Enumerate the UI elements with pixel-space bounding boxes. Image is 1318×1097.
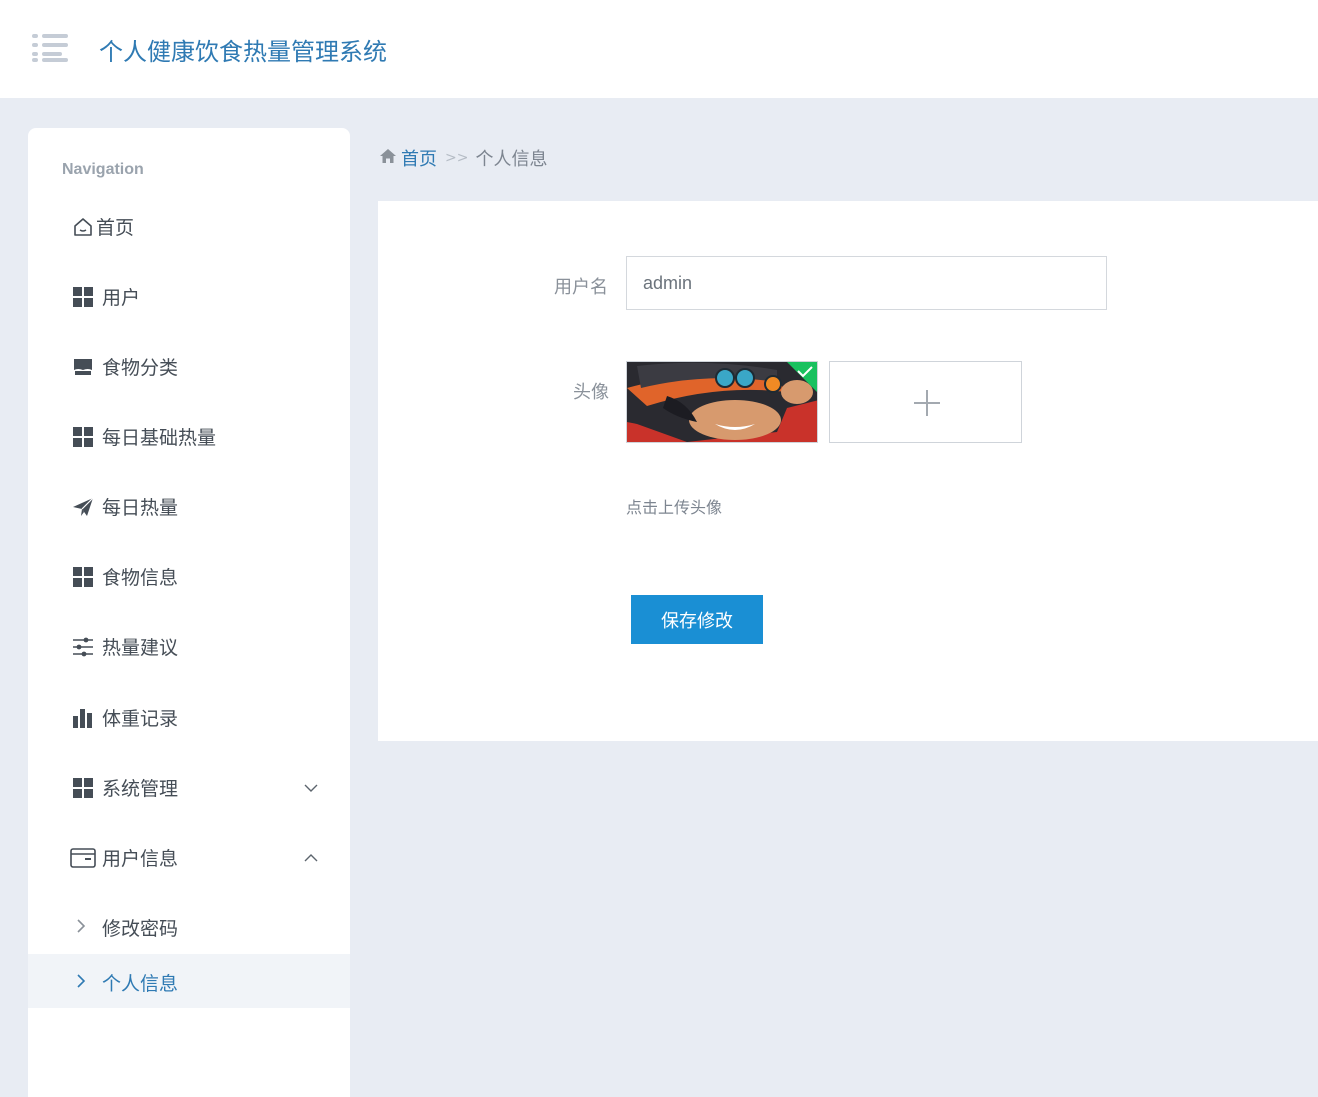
upload-hint: 点击上传头像 (626, 498, 723, 517)
chevron-down-icon[interactable] (304, 780, 318, 794)
paper-plane-icon (71, 495, 95, 519)
breadcrumb-current: 个人信息 (475, 149, 548, 170)
app-title: 个人健康饮食热量管理系统 (99, 38, 387, 66)
sidebar-item-label: 每日热量 (102, 497, 179, 519)
sidebar-item-food-info[interactable]: 食物信息 (28, 551, 350, 601)
sidebar-item-label: 食物信息 (102, 567, 179, 589)
breadcrumb-separator: >> (445, 150, 469, 166)
top-bar: 个人健康饮食热量管理系统 (0, 0, 1318, 98)
grid-icon (71, 285, 95, 309)
breadcrumb: 首页 >> 个人信息 (379, 146, 547, 170)
sidebar-item-label: 用户信息 (102, 848, 179, 870)
sidebar-item-label: 用户 (102, 287, 141, 309)
chevron-right-icon (75, 973, 87, 989)
sidebar-subitem-change-password[interactable]: 修改密码 (28, 899, 350, 953)
sliders-icon (71, 635, 95, 659)
chevron-right-icon (75, 918, 87, 934)
bar-chart-icon (71, 706, 95, 730)
home-icon (71, 215, 95, 239)
sidebar-item-calorie-advice[interactable]: 热量建议 (28, 621, 350, 671)
sidebar-item-daily-calories[interactable]: 每日热量 (28, 481, 350, 531)
profile-form-panel: 用户名 头像 (378, 201, 1318, 741)
nav-heading: Navigation (62, 161, 144, 178)
sidebar-item-food-category[interactable]: 食物分类 (28, 341, 350, 391)
plus-icon (912, 388, 942, 418)
sidebar-item-weight-record[interactable]: 体重记录 (28, 692, 350, 742)
username-label: 用户名 (554, 277, 608, 298)
grid-icon (71, 425, 95, 449)
wallet-icon (70, 846, 96, 870)
store-icon (71, 355, 95, 379)
sidebar-subitem-label: 修改密码 (102, 918, 179, 940)
sidebar-item-label: 首页 (96, 217, 135, 239)
chevron-up-icon[interactable] (304, 850, 318, 864)
sidebar-item-home[interactable]: 首页 (28, 201, 350, 251)
grid-icon (71, 565, 95, 589)
sidebar-item-users[interactable]: 用户 (28, 271, 350, 321)
sidebar-item-system-management[interactable]: 系统管理 (28, 762, 350, 812)
sidebar-subitem-label: 个人信息 (102, 973, 179, 995)
sidebar-item-label: 热量建议 (102, 637, 179, 659)
sidebar-subitem-personal-info[interactable]: 个人信息 (28, 954, 350, 1008)
sidebar-item-daily-base-calories[interactable]: 每日基础热量 (28, 411, 350, 461)
sidebar-item-label: 每日基础热量 (102, 427, 217, 449)
sidebar-item-label: 食物分类 (102, 357, 179, 379)
sidebar-item-user-info[interactable]: 用户信息 (28, 832, 350, 882)
grid-icon (71, 776, 95, 800)
home-icon (379, 148, 397, 169)
list-menu-icon[interactable] (32, 33, 70, 63)
sidebar: Navigation 首页 用户 食物分类 每日基础热量 每日热量 食物信息 热… (28, 128, 350, 1097)
breadcrumb-home-link[interactable]: 首页 (401, 145, 437, 171)
sidebar-item-label: 体重记录 (102, 708, 179, 730)
avatar-label: 头像 (573, 382, 609, 403)
avatar-image[interactable] (626, 361, 818, 443)
save-button[interactable]: 保存修改 (631, 595, 763, 644)
username-input[interactable] (626, 256, 1107, 310)
avatar-upload-button[interactable] (829, 361, 1022, 443)
sidebar-item-label: 系统管理 (102, 778, 179, 800)
